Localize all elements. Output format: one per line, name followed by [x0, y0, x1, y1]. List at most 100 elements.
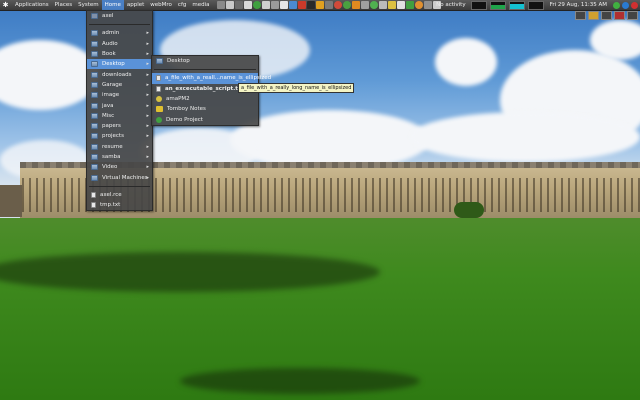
launcher-icon[interactable] — [234, 1, 243, 9]
submenu-arrow-icon: ▸ — [146, 143, 149, 150]
menu-applications[interactable]: Applications — [12, 0, 52, 10]
menu-separator — [89, 185, 150, 187]
file-icon — [156, 75, 161, 82]
cpu-graph[interactable] — [470, 0, 487, 10]
folder-icon — [91, 164, 98, 171]
home-menu-item-book[interactable]: Book ▸ — [87, 49, 152, 59]
home-menu-item-video[interactable]: Video ▸ — [87, 162, 152, 172]
home-menu-item-downloads[interactable]: downloads ▸ — [87, 69, 152, 79]
launcher-icon[interactable] — [252, 1, 261, 9]
panel-tray: No activity Fri 29 Aug, 11:35 AM — [434, 0, 638, 10]
folder-icon — [91, 81, 98, 88]
home-menu-item-garage[interactable]: Garage ▸ — [87, 80, 152, 90]
home-menu-item-virtual-machines[interactable]: Virtual Machines ▸ — [87, 172, 152, 182]
launcher-icon[interactable] — [243, 1, 252, 9]
launcher-icon[interactable] — [261, 1, 270, 9]
launcher-icon[interactable] — [225, 1, 234, 9]
home-menu-item-axel-rce[interactable]: axel.rce — [87, 190, 152, 200]
workspace-icon[interactable] — [627, 11, 638, 20]
desktop-menu-item-tomboy-notes[interactable]: Tomboy Notes — [152, 104, 258, 114]
network-icon[interactable] — [613, 1, 620, 9]
launcher-icon[interactable] — [306, 1, 315, 9]
launcher-icon[interactable] — [414, 1, 423, 9]
home-menu-item-admin[interactable]: admin ▸ — [87, 28, 152, 38]
menu-cfg[interactable]: cfg — [175, 0, 189, 10]
workspace-icon[interactable] — [575, 11, 586, 20]
network-graph[interactable] — [508, 0, 525, 10]
launcher-icon[interactable] — [288, 1, 297, 9]
menu-webmro[interactable]: webMro — [147, 0, 175, 10]
file-icon — [156, 85, 161, 92]
file-icon — [91, 202, 96, 209]
launcher-icon[interactable] — [423, 1, 432, 9]
submenu-arrow-icon: ▸ — [146, 61, 149, 68]
folder-icon — [91, 92, 98, 99]
workspace-icon[interactable] — [601, 11, 612, 20]
desktop-menu-item-amapm2[interactable]: amaPM2 — [152, 94, 258, 104]
gnome-foot-icon[interactable]: ✱ — [1, 1, 10, 10]
panel-clock[interactable]: Fri 29 Aug, 11:35 AM — [547, 2, 610, 8]
home-menu-item-papers[interactable]: papers ▸ — [87, 121, 152, 131]
launcher-icon[interactable] — [378, 1, 387, 9]
launcher-icon[interactable] — [387, 1, 396, 9]
home-menu-item-projects[interactable]: projects ▸ — [87, 131, 152, 141]
bluetooth-icon[interactable] — [622, 1, 629, 9]
folder-icon — [91, 123, 98, 130]
launcher-icon[interactable] — [297, 1, 306, 9]
folder-icon — [91, 51, 98, 58]
notes-icon — [156, 106, 163, 113]
menu-system[interactable]: System — [75, 0, 102, 10]
home-menu-item-desktop[interactable]: Desktop ▸ — [87, 59, 152, 70]
submenu-arrow-icon: ▸ — [146, 112, 149, 119]
launcher-icon[interactable] — [216, 1, 225, 9]
home-menu-item-samba[interactable]: samba ▸ — [87, 152, 152, 162]
folder-icon — [91, 143, 98, 150]
load-graph[interactable] — [527, 0, 544, 10]
launcher-icon[interactable] — [324, 1, 333, 9]
home-menu-item-image[interactable]: image ▸ — [87, 90, 152, 100]
submenu-arrow-icon: ▸ — [146, 30, 149, 37]
folder-icon — [91, 133, 98, 140]
notes-icon[interactable] — [588, 11, 599, 20]
submenu-arrow-icon: ▸ — [146, 51, 149, 58]
power-icon[interactable] — [631, 1, 638, 9]
home-menu-item-misc[interactable]: Misc ▸ — [87, 111, 152, 121]
home-menu-item-audio[interactable]: Audio ▸ — [87, 39, 152, 49]
home-menu-item-axel[interactable]: axel — [87, 11, 152, 21]
launcher-icon[interactable] — [342, 1, 351, 9]
menu-places[interactable]: Places — [52, 0, 76, 10]
main-menu-bar: ✱ Applications Places System Home applet… — [0, 0, 213, 10]
menu-media[interactable]: media — [189, 0, 212, 10]
launcher-icon[interactable] — [333, 1, 342, 9]
launcher-icon[interactable] — [279, 1, 288, 9]
home-menu-item-tmp-txt[interactable]: tmp.txt — [87, 200, 152, 210]
folder-icon — [91, 30, 98, 37]
launcher-icon[interactable] — [315, 1, 324, 9]
memory-graph[interactable] — [489, 0, 506, 10]
submenu-arrow-icon: ▸ — [146, 174, 149, 181]
launcher-icon[interactable] — [405, 1, 414, 9]
launcher-icon[interactable] — [369, 1, 378, 9]
app-icon — [156, 96, 162, 103]
home-menu-item-java[interactable]: java ▸ — [87, 100, 152, 110]
folder-icon — [91, 154, 98, 160]
launcher-icon[interactable] — [351, 1, 360, 9]
launcher-icon[interactable] — [360, 1, 369, 9]
menu-home[interactable]: Home — [101, 0, 124, 10]
menu-applet[interactable]: applet — [124, 0, 147, 10]
desktop-menu-item-demo-project[interactable]: Demo Project — [152, 114, 258, 124]
menu-separator — [89, 24, 150, 26]
file-icon — [91, 191, 96, 198]
home-menu-item-resume[interactable]: resume ▸ — [87, 142, 152, 152]
submenu-arrow-icon: ▸ — [146, 133, 149, 140]
applet-row — [575, 11, 638, 20]
activity-label: No activity — [436, 2, 466, 8]
home-menu: axel admin ▸ Audio ▸ Book ▸ Desktop ▸ do… — [86, 10, 153, 212]
record-icon[interactable] — [614, 11, 625, 20]
folder-icon — [156, 58, 163, 65]
launcher-icon[interactable] — [270, 1, 279, 9]
desktop-menu-item-desktop[interactable]: Desktop — [152, 56, 258, 66]
submenu-arrow-icon: ▸ — [146, 164, 149, 171]
submenu-arrow-icon: ▸ — [146, 123, 149, 130]
launcher-icon[interactable] — [396, 1, 405, 9]
